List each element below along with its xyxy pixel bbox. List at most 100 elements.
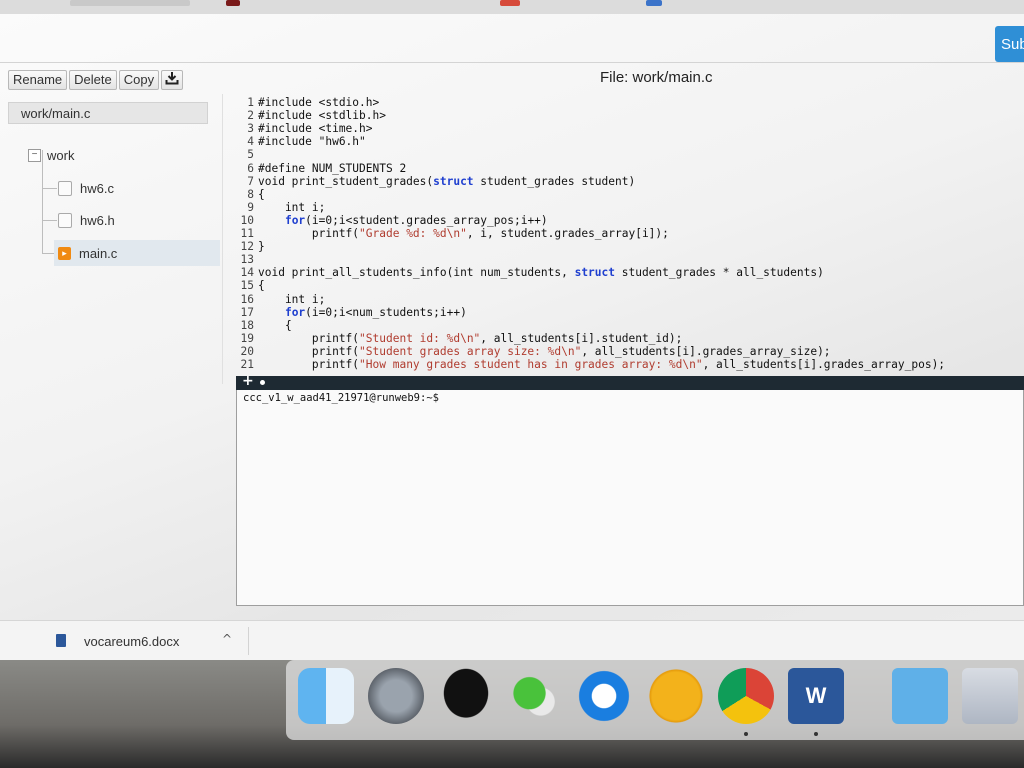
code-text: , all_students[i].grades_array_pos); [702,358,946,371]
downloads-folder-icon[interactable] [892,668,948,724]
code-text: { [258,318,292,332]
code-text: #include "hw6.h" [258,135,366,149]
code-text: } [258,240,265,254]
code-text: #include <time.h> [258,122,373,136]
code-line: 5 [222,148,258,161]
line-number: 20 [240,344,254,358]
add-terminal-button[interactable]: + [242,373,254,389]
tree-file-hw6-c[interactable]: hw6.c [58,177,114,199]
code-text: #include <stdio.h> [258,96,380,109]
code-line: 16 int i; [222,292,326,306]
line-number: 17 [240,305,254,319]
code-line: 15 { [222,279,265,292]
code-keyword: struct [433,174,474,188]
running-indicator [744,732,748,736]
terminal-tab-indicator[interactable] [260,380,265,385]
chrome-icon[interactable] [718,668,774,724]
code-line: 13 [222,253,258,266]
code-line: 1 #include <stdio.h> [222,96,379,109]
code-text: int i; [258,200,326,214]
code-text: (i=0;i<student.grades_array_pos;i++) [305,213,548,227]
line-number: 2 [247,109,254,123]
code-line: 18 { [222,319,292,332]
code-text: printf( [258,227,360,240]
word-icon[interactable]: W [788,668,844,724]
tree-file-hw6-h[interactable]: hw6.h [58,209,115,231]
browser-tab-icon [500,0,520,6]
music-icon[interactable] [648,668,704,724]
code-line: 11 printf("Grade %d: %d\n", i, student.g… [222,227,669,240]
code-string: "How many grades student has in grades a… [359,358,703,371]
quicktime-icon[interactable] [576,668,632,724]
terminal-tab-bar: + [236,373,1024,390]
code-line: 14 void print_all_students_info(int num_s… [222,266,824,279]
line-number: 1 [247,96,254,109]
code-line: 19 printf("Student id: %d\n", all_studen… [222,331,683,345]
line-number: 5 [247,148,254,162]
downloads-bar: vocareum6.docx ^ [0,620,1024,660]
line-number: 15 [240,279,254,293]
code-line: 6 #define NUM_STUDENTS 2 [222,162,406,175]
code-text: void print_student_grades( [258,174,434,188]
code-text: , i, student.grades_array[i]); [466,227,669,240]
code-text: printf( [258,344,360,358]
line-number: 6 [247,161,254,175]
file-label: hw6.h [80,212,115,228]
wechat-icon[interactable] [506,668,562,724]
download-item[interactable]: vocareum6.docx ^ [52,627,249,655]
qq-icon[interactable] [438,668,494,724]
file-tree-sidebar: work/main.c − work hw6.c hw6.h ▸ main.c [8,100,220,620]
code-keyword: struct [574,266,615,280]
word-document-icon[interactable] [962,668,1018,724]
code-line: 12} [222,240,265,253]
launchpad-icon[interactable] [368,668,424,724]
code-string: "Student id: %d\n" [359,331,481,345]
code-line: 10 for(i=0;i<student.grades_array_pos;i+… [222,214,548,227]
tree-folder-work[interactable]: − work [28,144,74,166]
line-number: 16 [240,292,254,306]
delete-button[interactable]: Delete [69,70,117,90]
file-icon [58,180,72,196]
line-number: 21 [240,358,254,371]
line-number: 19 [240,331,254,345]
browser-tab[interactable] [70,0,190,6]
rename-button[interactable]: Rename [8,70,68,90]
code-text: int i; [258,292,326,306]
tree-file-main-c[interactable]: ▸ main.c [54,240,220,266]
code-text: student_grades student) [473,174,636,188]
code-editor[interactable]: 1 #include <stdio.h> 2 #include <stdlib.h> 3… [222,94,1024,374]
line-number: 9 [247,200,254,214]
code-line: 9 int i; [222,201,325,214]
chevron-up-icon[interactable]: ^ [222,632,232,646]
code-text: student_grades * all_students) [615,266,824,280]
divider [0,62,1024,63]
line-number: 12 [240,240,254,254]
code-text: { [258,187,265,201]
submit-button[interactable]: Sub [995,26,1024,62]
terminal-panel[interactable]: ccc_v1_w_aad41_21971@runweb9:~$ [236,390,1024,606]
current-path: work/main.c [8,102,208,124]
code-line: 20 printf("Student grades array size: %d… [222,345,831,358]
line-number: 13 [240,253,254,267]
line-number: 3 [247,122,254,136]
dock: W [286,660,1024,740]
code-text: , all_students[i].grades_array_size); [581,344,831,358]
c-file-icon: ▸ [58,246,71,260]
code-text: (i=0;i<num_students;i++) [305,305,467,319]
browser-tab-icon [646,0,662,6]
code-text: { [258,279,265,293]
code-line: 3 #include <time.h> [222,122,373,136]
line-number: 11 [240,227,254,240]
collapse-icon[interactable]: − [28,148,41,162]
line-number: 7 [247,174,254,188]
finder-icon[interactable] [298,668,354,724]
line-number: 14 [240,266,254,280]
download-button[interactable] [161,70,184,90]
code-line: 4 #include "hw6.h" [222,135,366,148]
editor-file-title: File: work/main.c [600,69,713,86]
copy-button[interactable]: Copy [118,70,160,90]
folder-label: work [47,147,75,163]
code-text: #include <stdlib.h> [258,109,386,123]
code-text: printf( [258,358,360,371]
